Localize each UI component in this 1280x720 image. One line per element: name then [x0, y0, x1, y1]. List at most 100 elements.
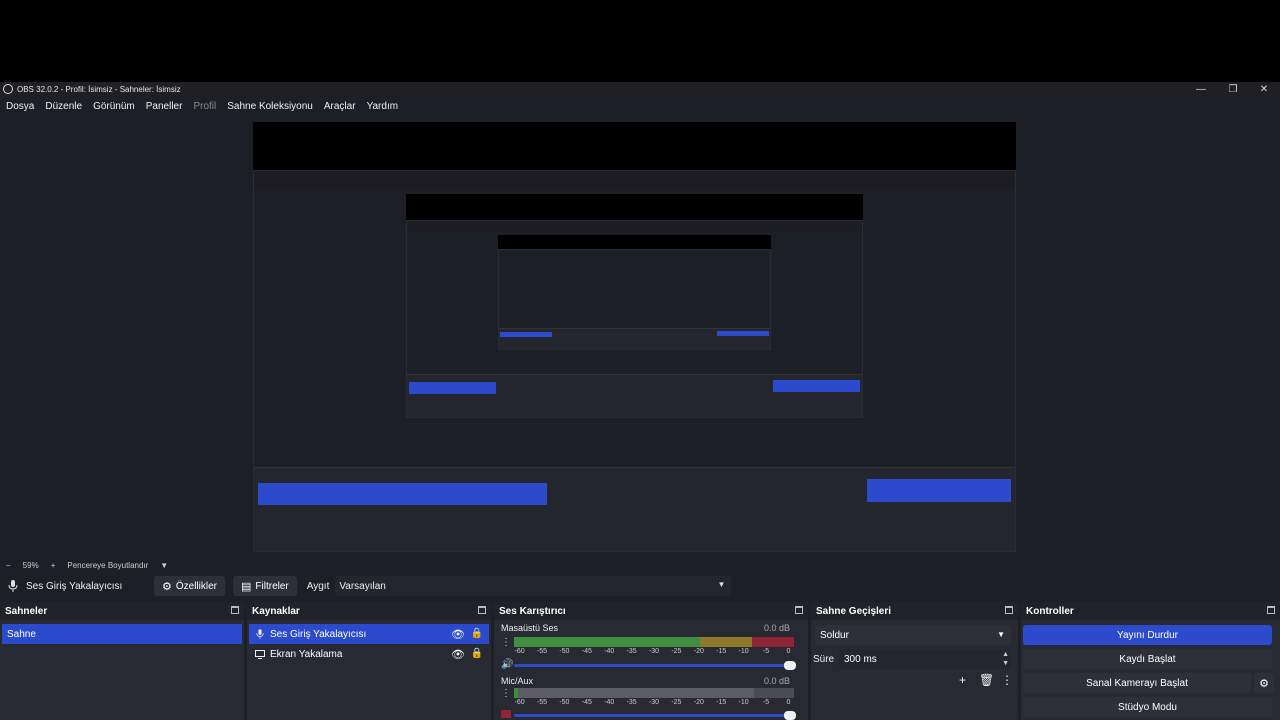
mixer-track-desktop: Masaüstü Ses 0.0 dB ⋮ -60 -55 -50 -45 -4…: [498, 623, 796, 673]
menu-bar: Dosya Düzenle Görünüm Paneller Profil Sa…: [0, 97, 409, 115]
chevron-down-icon: ▼: [997, 630, 1005, 639]
track-db: 0.0 dB: [763, 623, 790, 633]
speaker-icon[interactable]: 🔊: [501, 659, 513, 670]
scenes-dock-header: Sahneler: [0, 602, 244, 620]
zoom-out-button[interactable]: −: [6, 561, 11, 570]
menu-araclar[interactable]: Araçlar: [324, 101, 356, 112]
zoom-bar: − 59% + Pencereye Boyutlandır ▼: [0, 558, 180, 572]
transition-value: Soldur: [820, 629, 849, 641]
obs-logo-icon: [3, 84, 13, 94]
menu-paneller[interactable]: Paneller: [146, 101, 183, 112]
gear-icon: ⚙: [162, 580, 172, 593]
restore-button[interactable]: ❐: [1218, 82, 1248, 96]
scene-item[interactable]: Sahne: [2, 624, 242, 644]
properties-button[interactable]: ⚙ Özellikler: [154, 576, 225, 596]
track-name: Masaüstü Ses: [501, 623, 559, 633]
volume-slider[interactable]: [514, 661, 796, 670]
duration-label: Süre: [813, 654, 835, 665]
duration-value: 300 ms: [844, 653, 877, 665]
mixer-dock-header: Ses Karıştırıcı: [494, 602, 808, 620]
sources-dock: Kaynaklar Ses Giriş Yakalayıcısı 👁 🔒 Ekr…: [247, 602, 491, 720]
mixer-track-mic: Mic/Aux 0.0 dB ⋮ -60 -55 -50 -45 -40 -35…: [498, 676, 796, 720]
start-virtual-camera-button[interactable]: Sanal Kamerayı Başlat: [1023, 673, 1251, 693]
meter-ticks: -60 -55 -50 -45 -40 -35 -30 -25 -20 -15 …: [514, 648, 791, 655]
menu-sahne-koleksiyonu[interactable]: Sahne Koleksiyonu: [227, 101, 313, 112]
duration-spinbox[interactable]: 300 ms ▲ ▼: [839, 649, 1011, 669]
program-preview[interactable]: [253, 122, 1016, 552]
nested-capture-2: [406, 220, 863, 418]
stop-stream-button[interactable]: Yayını Durdur: [1023, 625, 1272, 645]
context-bar: Ses Giriş Yakalayıcısı ⚙ Özellikler ▤ Fi…: [0, 573, 1280, 599]
volume-meter: [514, 688, 794, 698]
window-title: OBS 32.0.2 - Profil: İsimsiz - Sahneler:…: [17, 84, 181, 94]
spin-arrows-icon[interactable]: ▲ ▼: [1002, 650, 1009, 668]
chevron-down-icon: ▼: [717, 580, 726, 589]
scene-label: Sahne: [7, 628, 36, 640]
meter-ticks: -60 -55 -50 -45 -40 -35 -30 -25 -20 -15 …: [514, 699, 791, 706]
controls-dock: Kontroller Yayını Durdur Kaydı Başlat Sa…: [1021, 602, 1280, 720]
scenes-dock: Sahneler Sahne: [0, 602, 244, 720]
chevron-down-icon[interactable]: ▼: [160, 561, 168, 570]
volume-slider[interactable]: [514, 711, 796, 720]
studio-mode-button[interactable]: Stüdyo Modu: [1023, 697, 1272, 717]
volume-meter: [514, 637, 794, 647]
visibility-eye-icon[interactable]: 👁: [451, 628, 465, 641]
source-item[interactable]: Ses Giriş Yakalayıcısı 👁 🔒: [249, 624, 489, 644]
scenes-title: Sahneler: [5, 605, 48, 617]
transitions-title: Sahne Geçişleri: [816, 605, 892, 617]
nested-capture-1: [253, 170, 1016, 552]
lock-icon[interactable]: 🔒: [471, 628, 483, 639]
more-options-icon[interactable]: ⋮: [1001, 673, 1013, 687]
source-label: Ekran Yakalama: [270, 648, 343, 660]
device-select[interactable]: Varsayılan ▼: [335, 576, 732, 596]
start-recording-button[interactable]: Kaydı Başlat: [1023, 649, 1272, 669]
undock-icon[interactable]: [231, 606, 239, 614]
microphone-icon: [254, 629, 266, 639]
source-label: Ses Giriş Yakalayıcısı: [270, 628, 367, 640]
menu-dosya[interactable]: Dosya: [6, 101, 34, 112]
more-options-icon[interactable]: ⋮: [501, 637, 511, 648]
transitions-dock-header: Sahne Geçişleri: [811, 602, 1018, 620]
controls-title: Kontroller: [1026, 605, 1074, 617]
obs-window: OBS 32.0.2 - Profil: İsimsiz - Sahneler:…: [0, 82, 1280, 720]
visibility-eye-icon[interactable]: 👁: [451, 648, 465, 661]
device-value: Varsayılan: [339, 580, 386, 592]
lock-icon[interactable]: 🔒: [471, 648, 483, 659]
mixer-title: Ses Karıştırıcı: [499, 605, 566, 617]
mute-icon[interactable]: [501, 710, 511, 718]
undock-icon[interactable]: [478, 606, 486, 614]
filter-icon: ▤: [241, 580, 252, 593]
device-label: Aygıt: [306, 580, 330, 592]
context-source-name: Ses Giriş Yakalayıcısı: [26, 580, 123, 592]
transitions-dock: Sahne Geçişleri Soldur ▼ Süre 300 ms ▲ ▼ …: [811, 602, 1018, 720]
add-transition-icon[interactable]: +: [959, 673, 966, 687]
menu-duzenle[interactable]: Düzenle: [45, 101, 82, 112]
controls-dock-header: Kontroller: [1021, 602, 1280, 620]
menu-profil[interactable]: Profil: [193, 101, 216, 112]
undock-icon[interactable]: [795, 606, 803, 614]
volume-slider-knob[interactable]: [784, 711, 796, 720]
close-button[interactable]: ✕: [1249, 82, 1279, 96]
gear-icon[interactable]: ⚙: [1254, 673, 1274, 693]
zoom-level: 59%: [22, 560, 39, 570]
track-name: Mic/Aux: [501, 676, 534, 686]
track-db: 0.0 dB: [763, 676, 790, 686]
zoom-in-button[interactable]: +: [51, 561, 56, 570]
filters-button[interactable]: ▤ Filtreler: [233, 576, 297, 596]
sources-title: Kaynaklar: [252, 605, 300, 617]
volume-slider-knob[interactable]: [784, 661, 796, 670]
filters-label: Filtreler: [255, 580, 289, 592]
trash-icon[interactable]: 🗑: [979, 673, 994, 687]
menu-yardim[interactable]: Yardım: [367, 101, 399, 112]
minimize-button[interactable]: —: [1186, 82, 1216, 96]
more-options-icon[interactable]: ⋮: [501, 688, 511, 699]
transition-select[interactable]: Soldur ▼: [815, 625, 1011, 645]
undock-icon[interactable]: [1005, 606, 1013, 614]
undock-icon[interactable]: [1267, 606, 1275, 614]
zoom-fit-label[interactable]: Pencereye Boyutlandır: [67, 561, 148, 570]
source-item[interactable]: Ekran Yakalama 👁 🔒: [249, 644, 489, 664]
title-bar: OBS 32.0.2 - Profil: İsimsiz - Sahneler:…: [0, 82, 1280, 96]
nested-capture-3: [498, 248, 771, 351]
menu-gorunum[interactable]: Görünüm: [93, 101, 135, 112]
audio-mixer-dock: Ses Karıştırıcı Masaüstü Ses 0.0 dB ⋮ -6…: [494, 602, 808, 720]
